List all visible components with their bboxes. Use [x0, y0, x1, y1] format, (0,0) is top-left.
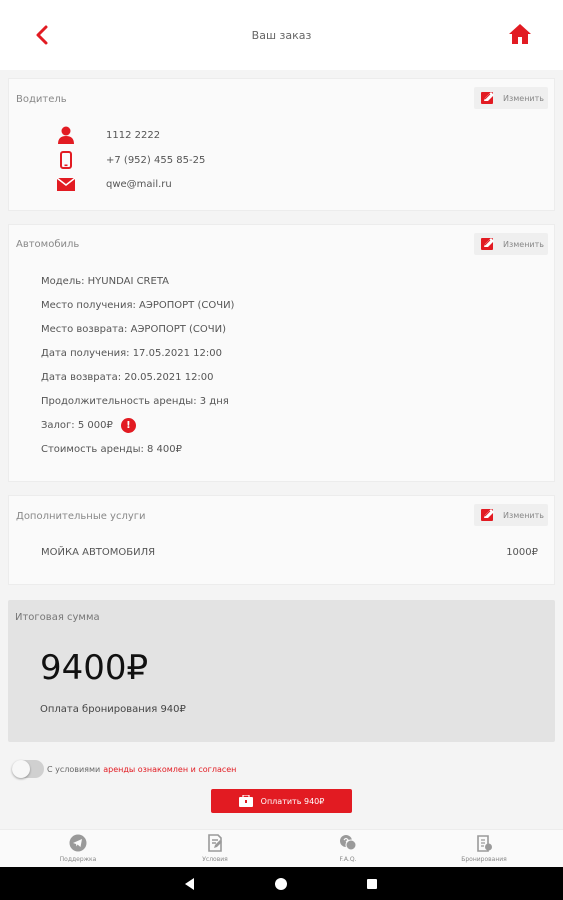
telegram-icon	[69, 834, 87, 852]
wallet-icon	[238, 795, 253, 807]
pay-button-label: Оплатить 940₽	[260, 796, 325, 806]
top-bar: Ваш заказ	[0, 0, 563, 70]
recents-square-icon[interactable]	[364, 876, 380, 892]
agreement-toggle[interactable]	[12, 760, 44, 778]
edit-icon	[481, 238, 494, 250]
extra-item-name: МОЙКА АВТОМОБИЛЯ	[41, 547, 156, 558]
mail-icon	[56, 174, 76, 194]
info-icon[interactable]: !	[120, 418, 136, 433]
bookings-icon	[477, 835, 492, 852]
edit-extras-label: Изменить	[503, 510, 544, 520]
driver-email: qwe@mail.ru	[106, 178, 172, 190]
booking-payment: Оплата бронирования 940₽	[40, 704, 186, 715]
toggle-knob	[12, 760, 30, 778]
driver-card: Водитель Изменить 1112 2222 +7 (952) 455…	[8, 78, 555, 211]
total-amount: 9400₽	[40, 648, 149, 688]
faq-chat-icon	[340, 835, 357, 851]
edit-car-button[interactable]: Изменить	[474, 233, 548, 255]
home-circle-icon[interactable]	[273, 876, 289, 892]
extra-item-price: 1000₽	[506, 547, 538, 558]
car-heading: Автомобиль	[16, 239, 80, 250]
home-icon[interactable]	[508, 22, 532, 46]
driver-phone: +7 (952) 455 85-25	[106, 154, 206, 166]
car-model: Модель: HYUNDAI CRETA	[41, 276, 169, 287]
agreement-row: С условиями аренды ознакомлен и согласен	[12, 760, 236, 778]
driver-heading: Водитель	[16, 94, 67, 105]
edit-extras-button[interactable]: Изменить	[474, 504, 548, 526]
car-deposit: Залог: 5 000₽	[41, 420, 113, 431]
nav-item-terms[interactable]: Условия	[170, 834, 260, 863]
edit-car-label: Изменить	[503, 239, 544, 249]
car-deposit-row: Залог: 5 000₽ !	[41, 418, 136, 433]
page-title: Ваш заказ	[251, 29, 312, 42]
nav-item-faq[interactable]: F.A.Q.	[303, 834, 393, 863]
user-icon	[56, 125, 76, 145]
car-rental-duration: Продолжительность аренды: 3 дня	[41, 396, 229, 407]
car-pickup-place: Место получения: АЭРОПОРТ (СОЧИ)	[41, 300, 235, 311]
car-rental-cost: Стоимость аренды: 8 400₽	[41, 444, 182, 455]
nav-item-support[interactable]: Поддержка	[33, 834, 123, 863]
total-card: Итоговая сумма 9400₽ Оплата бронирования…	[8, 600, 555, 742]
edit-icon	[481, 92, 494, 104]
nav-label-terms: Условия	[202, 856, 228, 863]
nav-item-bookings[interactable]: Бронирования	[439, 834, 529, 863]
agreement-prefix: С условиями	[47, 764, 101, 774]
phone-icon	[56, 150, 76, 170]
car-return-date: Дата возврата: 20.05.2021 12:00	[41, 372, 214, 383]
car-pickup-date: Дата получения: 17.05.2021 12:00	[41, 348, 222, 359]
back-triangle-icon[interactable]	[182, 876, 198, 892]
agreement-terms-link[interactable]: аренды ознакомлен и согласен	[103, 765, 236, 774]
extras-heading: Дополнительные услуги	[16, 511, 146, 522]
edit-icon	[481, 509, 494, 521]
edit-driver-button[interactable]: Изменить	[474, 87, 548, 109]
total-heading: Итоговая сумма	[15, 612, 100, 623]
nav-label-faq: F.A.Q.	[339, 856, 357, 863]
nav-label-support: Поддержка	[59, 856, 97, 863]
system-navigation-bar	[0, 867, 563, 900]
document-edit-icon	[208, 834, 222, 852]
pay-button[interactable]: Оплатить 940₽	[211, 789, 352, 813]
extras-card: Дополнительные услуги Изменить МОЙКА АВТ…	[8, 495, 555, 585]
driver-name: 1112 2222	[106, 129, 161, 141]
bottom-nav: Поддержка Условия F.A.Q. Бронирования	[0, 829, 563, 867]
car-return-place: Место возврата: АЭРОПОРТ (СОЧИ)	[41, 324, 227, 335]
edit-driver-label: Изменить	[503, 93, 544, 103]
nav-label-bookings: Бронирования	[461, 856, 507, 863]
car-card: Автомобиль Изменить Модель: HYUNDAI CRET…	[8, 224, 555, 482]
